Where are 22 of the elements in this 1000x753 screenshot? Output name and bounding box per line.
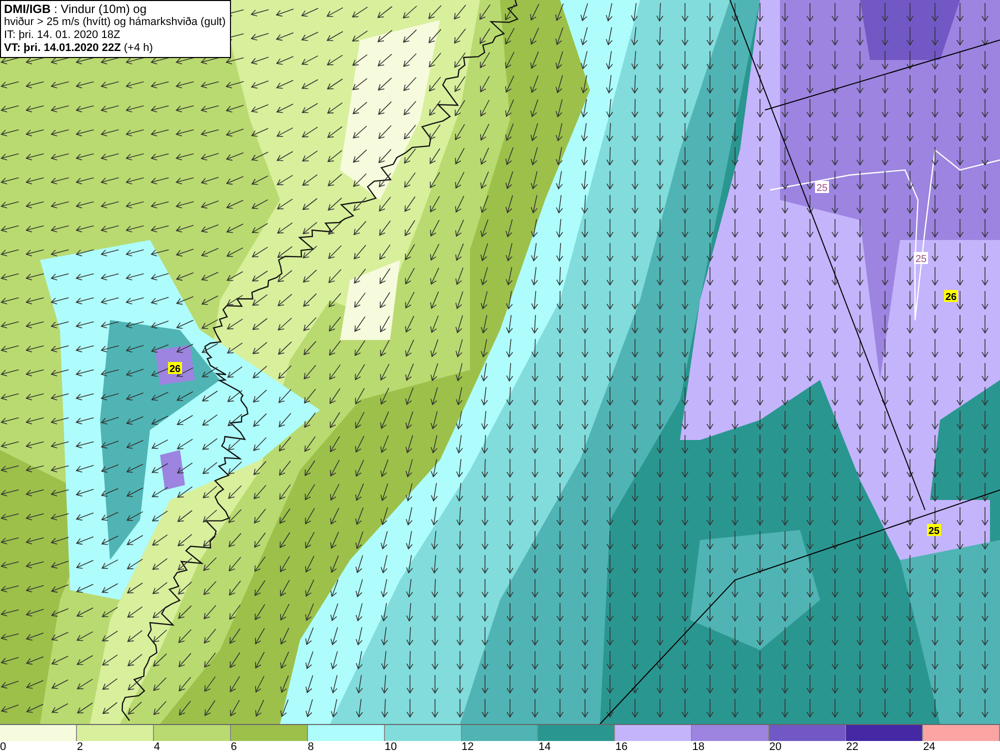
gust-value-label: 26 bbox=[944, 290, 958, 303]
gust-value-label: 25 bbox=[914, 252, 928, 265]
legend-tick: 2 bbox=[76, 741, 84, 753]
gust-value-label: 25 bbox=[927, 524, 941, 537]
legend-tick: 22 bbox=[846, 741, 858, 753]
legend-tick: 10 bbox=[384, 741, 397, 753]
legend-tick: 0 bbox=[0, 741, 6, 753]
legend-tick: 18 bbox=[692, 741, 705, 753]
legend-tick: 8 bbox=[308, 741, 314, 753]
gust-value-label: 25 bbox=[815, 181, 829, 194]
gust-value-label: 26 bbox=[168, 362, 182, 375]
legend-tick: 16 bbox=[615, 741, 628, 753]
legend-tick: 14 bbox=[538, 741, 551, 753]
legend-tick: 20 bbox=[769, 741, 782, 753]
legend-tick: 6 bbox=[230, 741, 237, 753]
title-line: DMI/IGB : Vindur (10m) og bbox=[4, 3, 148, 16]
title-line: IT: þri. 14. 01. 2020 18Z bbox=[4, 29, 122, 42]
legend-tick: 24 bbox=[923, 741, 936, 753]
title-line: hviður > 25 m/s (hvítt) og hámarkshviða (gult) bbox=[4, 16, 226, 29]
legend-tick: 12 bbox=[462, 741, 474, 753]
legend-tick: 4 bbox=[154, 741, 160, 753]
title-line: VT: þri. 14.01.2020 22Z (+4 h) bbox=[4, 42, 154, 55]
